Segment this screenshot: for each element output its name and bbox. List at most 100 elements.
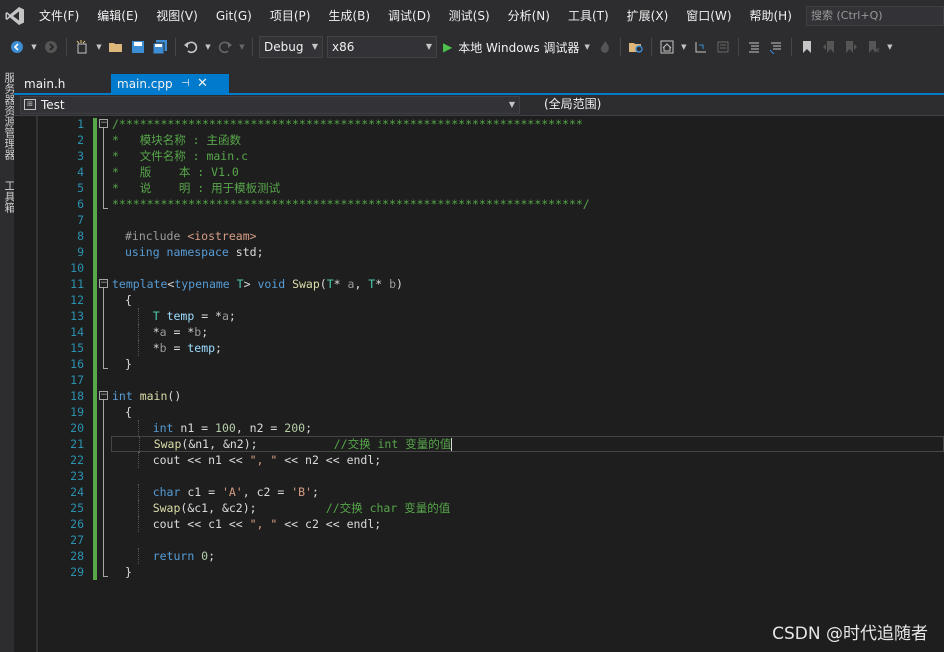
code-line[interactable] bbox=[111, 212, 944, 228]
code-line[interactable]: using namespace std; bbox=[111, 244, 944, 260]
line-number-column: 1 2 3 4 5 6 7 8 9 10 11 12 13 14 15 16 17 18 19 20 21 22 23 24 2… bbox=[44, 116, 84, 580]
global-scope-select[interactable]: (全局范围) bbox=[524, 96, 944, 114]
step-into-icon[interactable] bbox=[692, 38, 710, 56]
previous-bookmark-icon[interactable] bbox=[820, 38, 838, 56]
collapse-region-icon[interactable]: − bbox=[99, 279, 108, 288]
line-number: 2 bbox=[77, 133, 84, 147]
project-scope-select[interactable]: ⊞ Test ▼ bbox=[20, 96, 520, 114]
code-token: main bbox=[139, 389, 168, 403]
navigate-back-icon[interactable] bbox=[8, 38, 26, 56]
home-icon[interactable] bbox=[658, 38, 676, 56]
visual-studio-logo-icon[interactable] bbox=[2, 0, 28, 32]
code-line[interactable]: } bbox=[111, 564, 944, 580]
code-line[interactable]: } bbox=[111, 356, 944, 372]
solution-platform-select[interactable]: x86 ▼ bbox=[327, 36, 437, 58]
code-line[interactable]: char c1 = 'A', c2 = 'B'; bbox=[111, 484, 944, 500]
hot-reload-icon[interactable] bbox=[596, 38, 614, 56]
next-bookmark-icon[interactable] bbox=[842, 38, 860, 56]
change-tracking-bar bbox=[93, 118, 97, 580]
open-file-icon[interactable] bbox=[107, 38, 125, 56]
menu-item[interactable]: 编辑(E) bbox=[88, 0, 147, 32]
new-project-icon[interactable] bbox=[73, 38, 91, 56]
code-token: Swap bbox=[292, 277, 320, 291]
undo-icon[interactable] bbox=[182, 38, 200, 56]
code-line[interactable]: Swap(&c1, &c2); //交换 char 变量的值 bbox=[111, 500, 944, 516]
code-line[interactable]: { bbox=[111, 292, 944, 308]
menu-item[interactable]: 文件(F) bbox=[30, 0, 88, 32]
code-token: 200 bbox=[284, 421, 306, 435]
menu-item[interactable]: 帮助(H) bbox=[741, 0, 801, 32]
code-line[interactable]: * 文件名称 : main.c bbox=[111, 148, 944, 164]
code-line[interactable] bbox=[111, 260, 944, 276]
code-line[interactable]: #include <iostream> bbox=[111, 228, 944, 244]
menu-item[interactable]: 测试(S) bbox=[440, 0, 499, 32]
code-line[interactable] bbox=[111, 532, 944, 548]
code-line[interactable]: cout << c1 << ", " << c2 << endl; bbox=[111, 516, 944, 532]
code-line[interactable]: { bbox=[111, 404, 944, 420]
dropdown-arrow-icon[interactable]: ▼ bbox=[238, 38, 246, 56]
dropdown-arrow-icon[interactable]: ▼ bbox=[95, 38, 103, 56]
menu-item[interactable]: 分析(N) bbox=[499, 0, 559, 32]
navigate-forward-icon[interactable] bbox=[42, 38, 60, 56]
dropdown-arrow-icon[interactable]: ▼ bbox=[30, 38, 38, 56]
code-line[interactable]: /***************************************… bbox=[111, 116, 944, 132]
collapse-region-icon[interactable]: − bbox=[99, 391, 108, 400]
tab-main-h[interactable]: main.h bbox=[18, 74, 100, 94]
clear-bookmarks-icon[interactable] bbox=[864, 38, 882, 56]
menu-item[interactable]: 生成(B) bbox=[319, 0, 379, 32]
code-line[interactable]: int n1 = 100, n2 = 200; bbox=[111, 420, 944, 436]
code-line[interactable]: Swap(&n1, &n2); //交换 int 变量的值 bbox=[111, 436, 944, 453]
start-debugging-button[interactable]: ▶ 本地 Windows 调试器 ▼ bbox=[439, 36, 594, 58]
menu-item[interactable]: 项目(P) bbox=[261, 0, 320, 32]
code-line[interactable]: * 模块名称 : 主函数 bbox=[111, 132, 944, 148]
menu-item[interactable]: 视图(V) bbox=[147, 0, 207, 32]
line-number: 6 bbox=[77, 197, 84, 211]
navigation-bar: ⊞ Test ▼ (全局范围) bbox=[14, 95, 944, 116]
line-number: 5 bbox=[77, 181, 84, 195]
close-tab-icon[interactable]: ✕ bbox=[197, 74, 208, 94]
toolbar-separator bbox=[790, 38, 792, 56]
find-in-files-icon[interactable] bbox=[627, 38, 645, 56]
solution-configuration-value: Debug bbox=[264, 40, 304, 54]
code-line[interactable]: *b = temp; bbox=[111, 340, 944, 356]
class-view-icon[interactable] bbox=[714, 38, 732, 56]
code-text-area[interactable]: /***************************************… bbox=[111, 116, 944, 580]
uncomment-lines-icon[interactable] bbox=[767, 38, 785, 56]
code-line[interactable]: ****************************************… bbox=[111, 196, 944, 212]
code-line[interactable]: template<typename T> void Swap(T* a, T* … bbox=[111, 276, 944, 292]
code-line[interactable]: cout << n1 << ", " << n2 << endl; bbox=[111, 452, 944, 468]
code-line[interactable] bbox=[111, 372, 944, 388]
save-icon[interactable] bbox=[129, 38, 147, 56]
code-line[interactable]: * 说 明 : 用于模板测试 bbox=[111, 180, 944, 196]
save-all-icon[interactable] bbox=[151, 38, 169, 56]
menu-item[interactable]: 工具(T) bbox=[559, 0, 618, 32]
collapse-region-icon[interactable]: − bbox=[99, 119, 108, 128]
menu-item[interactable]: Git(G) bbox=[207, 0, 261, 32]
code-line[interactable]: int main() bbox=[111, 388, 944, 404]
line-number: 18 bbox=[70, 389, 84, 403]
code-editor[interactable]: 1 2 3 4 5 6 7 8 9 10 11 12 13 14 15 16 17 18 19 20 21 22 23 24 2… bbox=[14, 116, 944, 652]
search-input[interactable]: 搜索 (Ctrl+Q) bbox=[806, 6, 944, 26]
dropdown-arrow-icon[interactable]: ▼ bbox=[204, 38, 212, 56]
comment-lines-icon[interactable] bbox=[745, 38, 763, 56]
indent-guide bbox=[138, 500, 139, 516]
bookmark-icon[interactable] bbox=[798, 38, 816, 56]
code-line[interactable]: T temp = *a; bbox=[111, 308, 944, 324]
code-token: << n2 << endl; bbox=[277, 453, 382, 467]
code-line[interactable]: *a = *b; bbox=[111, 324, 944, 340]
pin-tab-icon[interactable]: ⊣ bbox=[181, 74, 190, 94]
code-token: Swap bbox=[153, 437, 182, 451]
menu-item[interactable]: 扩展(X) bbox=[618, 0, 678, 32]
code-token: 100 bbox=[215, 421, 236, 435]
menu-item[interactable]: 调试(D) bbox=[379, 0, 440, 32]
dropdown-arrow-icon[interactable]: ▼ bbox=[680, 38, 688, 56]
code-line[interactable] bbox=[111, 468, 944, 484]
redo-icon[interactable] bbox=[216, 38, 234, 56]
code-token: ****************************************… bbox=[112, 197, 590, 211]
solution-configuration-select[interactable]: Debug ▼ bbox=[259, 36, 323, 58]
toolbar-overflow-icon[interactable]: ▼ bbox=[886, 38, 894, 56]
code-line[interactable]: * 版 本 : V1.0 bbox=[111, 164, 944, 180]
menu-item[interactable]: 窗口(W) bbox=[677, 0, 740, 32]
code-line[interactable]: return 0; bbox=[111, 548, 944, 564]
tab-main-cpp[interactable]: main.cpp ⊣ ✕ bbox=[111, 74, 229, 94]
